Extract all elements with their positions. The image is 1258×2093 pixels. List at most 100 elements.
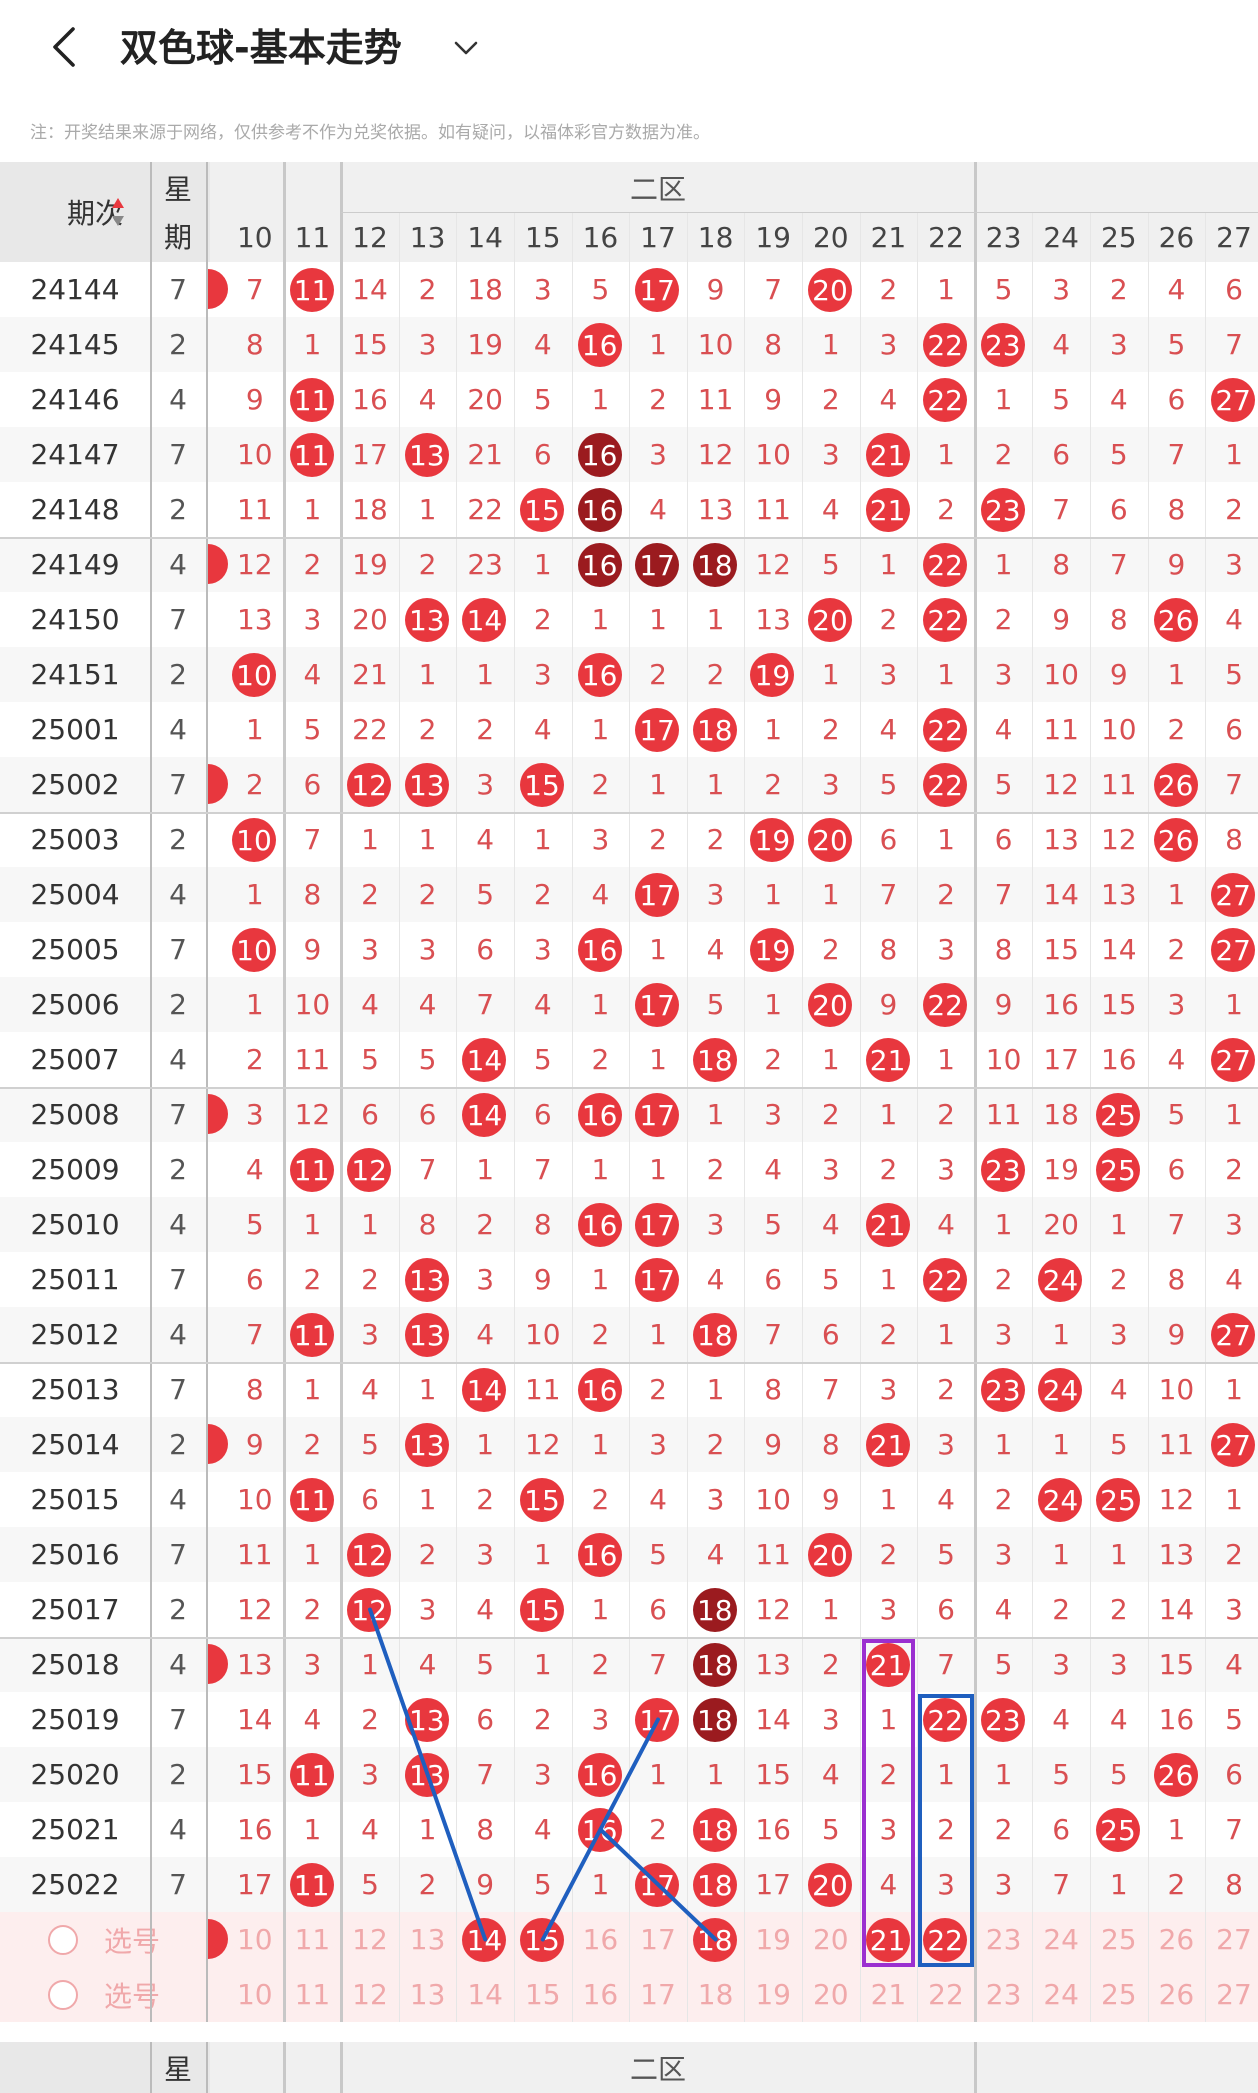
miss-count: 17 <box>352 438 388 471</box>
week-cell: 4 <box>169 1813 187 1846</box>
week-cell: 7 <box>169 1263 187 1296</box>
select-number[interactable]: 15 <box>514 1967 572 2022</box>
select-number[interactable]: 11 <box>284 1967 342 2022</box>
app-root: 双色球-基本走势 注：开奖结果来源于网络，仅供参考不作为兑奖依据。如有疑问，以福… <box>0 0 1258 2093</box>
divider <box>514 212 515 2022</box>
select-number[interactable]: 20 <box>802 1912 860 1967</box>
sort-icon[interactable] <box>110 196 126 228</box>
miss-count: 2 <box>706 1153 725 1186</box>
select-number[interactable]: 11 <box>284 1912 342 1967</box>
select-number[interactable]: 25 <box>1090 1967 1148 2022</box>
select-number[interactable]: 13 <box>399 1912 457 1967</box>
hit-ball: 11 <box>289 1313 334 1357</box>
week-cell: 4 <box>169 1483 187 1516</box>
select-number[interactable]: 21 <box>860 1967 918 2022</box>
select-number[interactable]: 24 <box>1032 1912 1090 1967</box>
week-cell: 4 <box>169 1208 187 1241</box>
miss-count: 8 <box>1167 1263 1186 1296</box>
miss-count: 2 <box>591 1648 610 1681</box>
select-number[interactable]: 25 <box>1090 1912 1148 1967</box>
hit-ball: 25 <box>1096 1478 1140 1522</box>
period-cell: 24149 <box>30 548 120 581</box>
select-number[interactable]: 19 <box>744 1912 802 1967</box>
select-number[interactable]: 12 <box>341 1967 399 2022</box>
select-number[interactable]: 12 <box>341 1912 399 1967</box>
miss-count: 4 <box>418 988 437 1021</box>
miss-count: 1 <box>1109 1868 1128 1901</box>
miss-count: 1 <box>937 438 955 471</box>
hit-ball: 17 <box>635 983 680 1027</box>
select-number[interactable]: 10 <box>226 1912 284 1967</box>
select-number[interactable]: 16 <box>572 1967 630 2022</box>
back-button[interactable] <box>44 24 84 70</box>
hit-ball: 14 <box>462 1368 507 1412</box>
select-number[interactable]: 17 <box>629 1967 687 2022</box>
miss-count: 15 <box>755 1758 791 1791</box>
select-number[interactable]: 23 <box>975 1912 1033 1967</box>
hit-ball: 13 <box>404 598 449 642</box>
select-number[interactable]: 27 <box>1205 1967 1258 2022</box>
select-number[interactable]: 17 <box>629 1912 687 1967</box>
hit-ball: 18 <box>692 1863 737 1907</box>
miss-count: 8 <box>476 1813 495 1846</box>
select-number[interactable]: 26 <box>1148 1912 1206 1967</box>
select-number[interactable]: 10 <box>226 1967 284 2022</box>
selected-ball[interactable]: 14 <box>462 1918 507 1962</box>
miss-count: 4 <box>1109 1703 1128 1736</box>
select-number[interactable]: 27 <box>1205 1912 1258 1967</box>
hit-ball: 22 <box>923 763 968 807</box>
miss-count: 4 <box>1225 1648 1243 1681</box>
miss-count: 9 <box>821 1483 840 1516</box>
select-number[interactable]: 20 <box>802 1967 860 2022</box>
title-dropdown-button[interactable] <box>448 30 484 66</box>
select-number[interactable]: 14 <box>456 1967 514 2022</box>
miss-count: 7 <box>1225 328 1243 361</box>
miss-count: 1 <box>533 823 552 856</box>
miss-count: 7 <box>764 1318 783 1351</box>
miss-count: 1 <box>245 878 264 911</box>
select-number[interactable]: 23 <box>975 1967 1033 2022</box>
miss-count: 8 <box>533 1208 552 1241</box>
select-label[interactable]: 选号 <box>92 1967 172 2022</box>
miss-count: 7 <box>303 823 322 856</box>
miss-count: 7 <box>879 878 898 911</box>
select-number[interactable]: 19 <box>744 1967 802 2022</box>
miss-count: 5 <box>821 1813 840 1846</box>
miss-count: 6 <box>649 1593 667 1626</box>
miss-count: 8 <box>821 1428 840 1461</box>
column-header: 25 <box>1100 220 1137 254</box>
miss-count: 4 <box>821 493 840 526</box>
period-header[interactable]: 期次 <box>40 162 150 262</box>
miss-count: 2 <box>361 1263 379 1296</box>
miss-count: 1 <box>418 823 437 856</box>
miss-count: 1 <box>418 1813 437 1846</box>
column-header: 23 <box>985 220 1022 254</box>
week-cell: 4 <box>169 713 187 746</box>
select-number[interactable]: 16 <box>572 1912 630 1967</box>
miss-count: 2 <box>418 878 437 911</box>
select-number[interactable]: 26 <box>1148 1967 1206 2022</box>
select-number[interactable]: 18 <box>687 1967 745 2022</box>
select-number[interactable]: 24 <box>1032 1967 1090 2022</box>
miss-count: 1 <box>937 1318 955 1351</box>
select-number[interactable]: 22 <box>917 1967 975 2022</box>
hit-ball: 23 <box>980 488 1025 532</box>
miss-count: 1 <box>649 933 667 966</box>
miss-count: 1 <box>821 1043 840 1076</box>
page-title[interactable]: 双色球-基本走势 <box>120 20 402 76</box>
miss-count: 1 <box>591 1868 610 1901</box>
miss-count: 3 <box>1167 988 1186 1021</box>
miss-count: 10 <box>294 988 331 1021</box>
select-label[interactable]: 选号 <box>92 1912 172 1967</box>
week-cell: 4 <box>169 878 187 911</box>
miss-count: 16 <box>352 383 388 416</box>
selected-ball[interactable]: 15 <box>520 1918 564 1962</box>
week-header-top: 星 <box>163 173 192 206</box>
select-number[interactable]: 13 <box>399 1967 457 2022</box>
select-radio[interactable] <box>48 1925 78 1955</box>
hit-ball: 10 <box>232 653 276 697</box>
hit-ball: 25 <box>1096 1808 1140 1852</box>
hit-ball: 17 <box>635 543 680 587</box>
select-radio[interactable] <box>48 1980 78 2010</box>
selected-ball[interactable]: 18 <box>692 1918 737 1962</box>
